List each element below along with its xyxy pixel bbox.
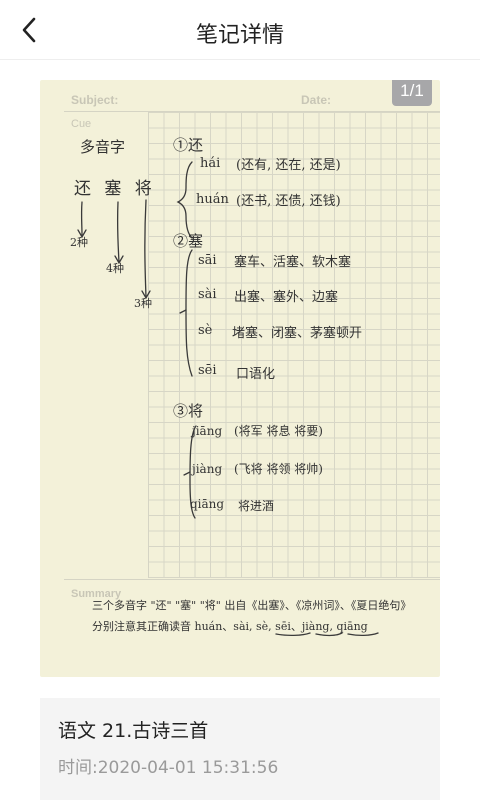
cue-heading: 多音字 [80, 138, 126, 156]
pinyin: sāi [198, 253, 217, 268]
summary-line: 分别注意其正确读音 huán、sài, sè, sēi、jiàng, qiāng [92, 620, 368, 633]
note-title: 语文 21.古诗三首 [58, 720, 209, 742]
pinyin: hái [200, 156, 221, 171]
examples: 将进酒 [238, 499, 275, 513]
page-title: 笔记详情 [195, 23, 284, 48]
section-header: ①还 [173, 136, 204, 154]
examples: 口语化 [236, 367, 276, 382]
pinyin: qiāng [190, 497, 225, 511]
examples: (飞将 将领 将帅) [234, 462, 323, 476]
examples: (将军 将息 将要) [234, 424, 323, 438]
pinyin: sēi [198, 363, 217, 378]
pinyin: sài [198, 287, 217, 302]
examples: 塞车、活塞、软木塞 [234, 255, 352, 270]
cue-count: 2种 [70, 236, 88, 249]
pinyin: jiāng [192, 424, 223, 438]
examples: 出塞、塞外、边塞 [234, 290, 339, 305]
summary-line: 三个多音字 "还" "塞" "将" 出自《出塞》、《凉州词》、《夏日绝句》 [92, 599, 412, 612]
note-info-card: 语文 21.古诗三首 时间:2020-04-01 15:31:56 [40, 698, 440, 800]
examples: (还书, 还债, 还钱) [236, 194, 341, 209]
examples: (还有, 还在, 还是) [236, 158, 341, 173]
cue-characters: 还 塞 将 [74, 179, 156, 199]
cue-count: 3种 [134, 297, 152, 310]
cue-count: 4种 [106, 262, 124, 275]
pinyin: sè [198, 323, 213, 338]
app-header: 笔记详情 [0, 0, 480, 60]
pinyin: jiàng [192, 462, 223, 476]
note-timestamp: 时间:2020-04-01 15:31:56 [58, 758, 279, 778]
section-header: ②塞 [173, 232, 204, 250]
note-image: Subject: Date: Cue Summary 1/1 多音字 还 塞 将… [40, 80, 440, 677]
pinyin: huán [196, 192, 229, 207]
section-header: ③将 [173, 402, 204, 420]
examples: 堵塞、闭塞、茅塞顿开 [232, 326, 363, 341]
